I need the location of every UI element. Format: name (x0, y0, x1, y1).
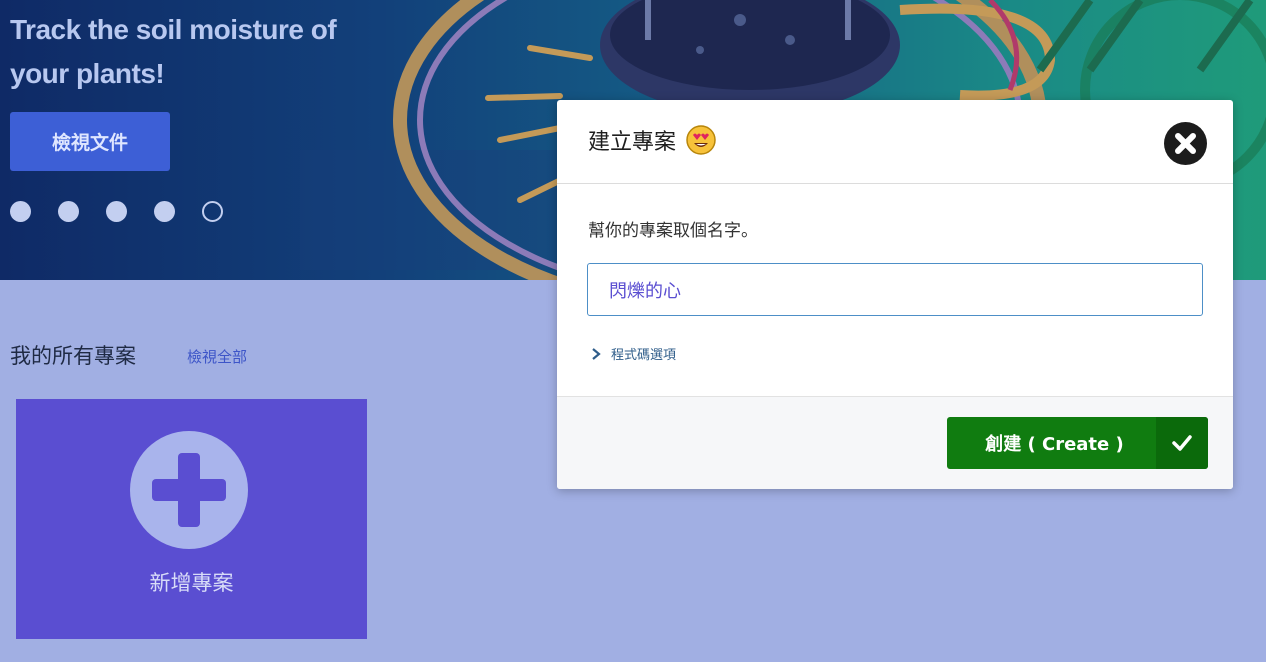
project-name-input[interactable] (587, 263, 1203, 316)
new-project-label: 新增專案 (149, 571, 234, 595)
check-icon (1156, 417, 1208, 469)
view-docs-button[interactable]: 檢視文件 (10, 112, 170, 171)
dialog-title: 建立專案 (588, 130, 677, 155)
dialog-header: 建立專案 (557, 100, 1233, 184)
chevron-right-icon (592, 347, 601, 360)
create-button-label: 創建 ( Create ) (985, 434, 1124, 455)
page: Track the soil moisture of your plants! … (0, 0, 1266, 662)
dialog-title-row: 建立專案 (588, 124, 716, 156)
hero-title: Track the soil moisture of your plants! (10, 14, 337, 89)
dialog-prompt: 幫你的專案取個名字。 (588, 221, 758, 241)
close-dialog-button[interactable] (1164, 122, 1207, 165)
carousel-dots (10, 201, 250, 222)
carousel-dot-active[interactable] (202, 201, 223, 222)
new-project-card[interactable]: 新增專案 (16, 399, 367, 639)
code-options-toggle[interactable]: 程式碼選項 (591, 344, 676, 363)
close-icon (1175, 133, 1196, 154)
carousel-dot[interactable] (10, 201, 31, 222)
heart-eyes-emoji-icon (686, 125, 716, 155)
carousel-dot[interactable] (106, 201, 127, 222)
dialog-footer: 創建 ( Create ) (557, 396, 1233, 489)
view-all-link[interactable]: 檢視全部 (187, 346, 247, 367)
my-projects-heading: 我的所有專案 (10, 344, 136, 368)
code-options-label: 程式碼選項 (611, 348, 677, 363)
plus-icon (130, 431, 248, 549)
carousel-dot[interactable] (58, 201, 79, 222)
create-button[interactable]: 創建 ( Create ) (947, 417, 1208, 469)
carousel-dot[interactable] (154, 201, 175, 222)
create-project-dialog: 建立專案 幫你的專案取個名字。 閃爍的心 程式碼選項 創建 (Create) (557, 100, 1233, 489)
